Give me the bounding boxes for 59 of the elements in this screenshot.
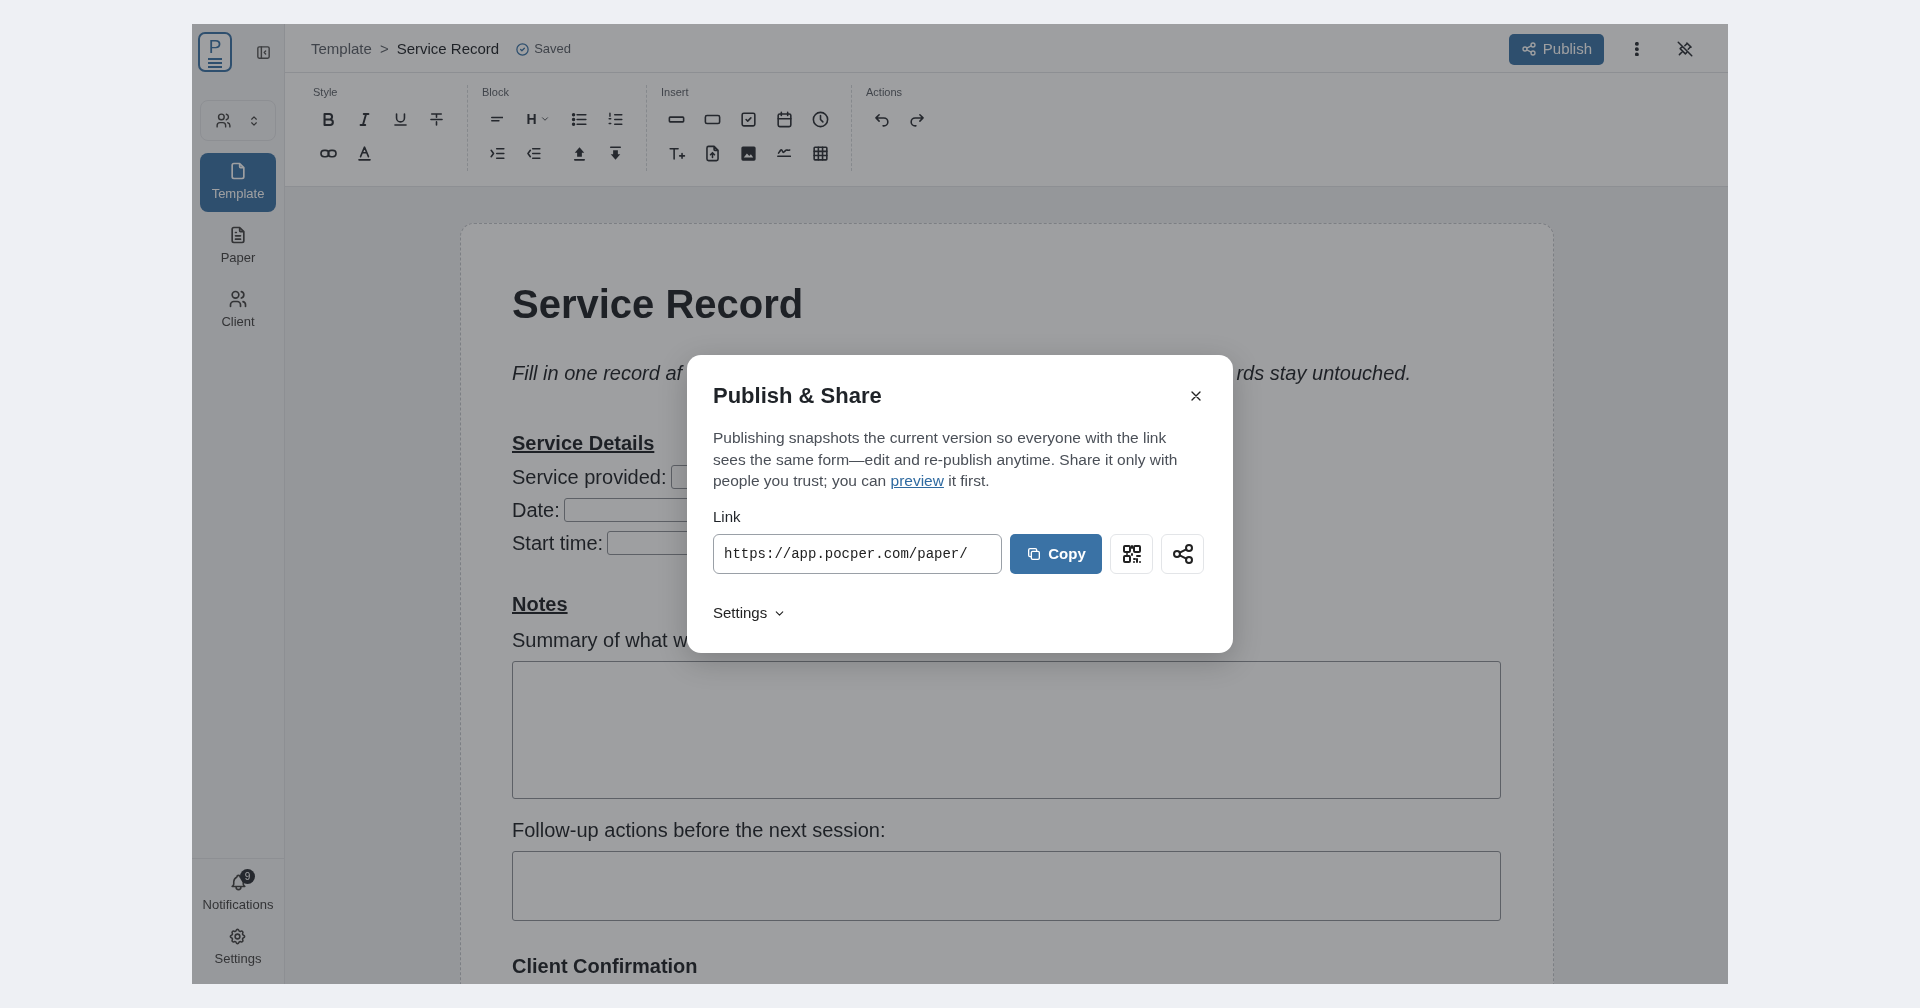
settings-toggle[interactable]: Settings	[713, 602, 787, 625]
field-label: Summary of what w	[512, 628, 688, 653]
intro-text: Fill in one record af	[512, 361, 683, 386]
app-logo[interactable]: P	[198, 32, 232, 72]
workspace-switcher[interactable]	[200, 100, 276, 141]
document-title: Service Record	[512, 281, 805, 328]
file-text-icon	[228, 225, 248, 246]
users-icon	[228, 289, 248, 310]
signature-icon	[776, 148, 792, 158]
caret-icon	[539, 114, 550, 124]
table-icon	[810, 143, 830, 163]
clock-icon	[810, 109, 830, 129]
toolbar-group-label: Block	[482, 85, 510, 99]
save-status: Saved	[534, 40, 572, 59]
preview-link[interactable]: preview	[890, 472, 944, 490]
sidebar-item[interactable]: Paper	[200, 217, 276, 276]
copy-icon	[1026, 546, 1043, 563]
link-field[interactable]: https://app.pocper.com/paper/	[713, 534, 1002, 575]
share-icon	[1170, 542, 1195, 567]
heading-button[interactable]: H	[518, 104, 558, 134]
breadcrumb-link[interactable]: Template	[311, 37, 372, 61]
publish-button[interactable]: Publish	[1508, 33, 1604, 65]
section-heading: Notes	[512, 592, 568, 617]
share-icon	[1520, 41, 1537, 57]
calendar-icon	[774, 109, 794, 129]
sidebar-item[interactable]: Settings	[214, 920, 262, 974]
kebab-icon	[1635, 41, 1639, 57]
dialog-title: Publish & Share	[713, 383, 882, 410]
bell-icon	[228, 873, 248, 892]
align-left-icon	[490, 115, 504, 123]
section-heading: Service Details	[512, 431, 655, 456]
collapse-icon	[254, 43, 272, 61]
image-icon	[738, 143, 758, 163]
breadcrumb-separator: >	[379, 38, 389, 59]
notification-badge: 9	[240, 869, 255, 884]
qr-code-button[interactable]	[1110, 534, 1153, 575]
field-label: Date:	[512, 497, 560, 523]
toolbar-group-label: Actions	[866, 85, 904, 99]
field-label: Follow-up actions before the next session:	[512, 818, 886, 843]
breadcrumb-current: Service Record	[396, 38, 500, 59]
gear-icon	[228, 926, 248, 946]
copy-button[interactable]: Copy	[1010, 534, 1102, 575]
sidebar-item[interactable]: Template	[200, 153, 276, 212]
pin-off-icon	[1676, 40, 1694, 58]
field-label: Start time:	[512, 530, 604, 556]
saved-icon	[515, 41, 531, 57]
users-icon	[214, 112, 232, 129]
share-button[interactable]	[1161, 534, 1204, 575]
field-label: Link	[713, 506, 742, 527]
intro-text: rds stay untouched.	[1236, 361, 1411, 386]
section-heading: Client Confirmation	[512, 954, 698, 979]
file-icon	[228, 161, 248, 182]
sidebar-item[interactable]: Client	[200, 281, 276, 340]
field-label: Service provided:	[512, 464, 667, 490]
sidebar-item[interactable]: Notifications 9	[202, 867, 274, 921]
checkbox-icon	[738, 109, 758, 129]
toolbar-group-label: Style	[313, 85, 339, 99]
toolbar-group-label: Insert	[661, 85, 690, 99]
dialog-description: Publishing snapshots the current version so everyone with the link sees the same form—edit and re-publish anytime. Share it only with people you trust; you can preview it first.	[713, 428, 1179, 492]
